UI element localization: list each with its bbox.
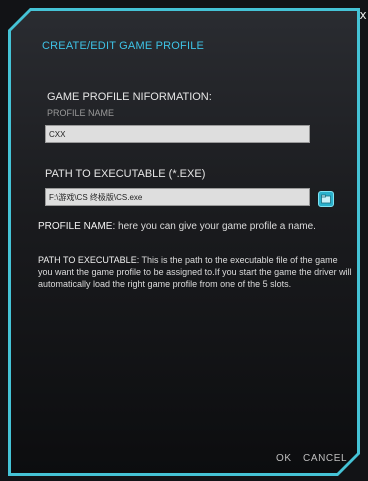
folder-open-icon bbox=[321, 194, 331, 204]
browse-button[interactable] bbox=[318, 191, 334, 207]
help-path-term: PATH TO EXECUTABLE: bbox=[38, 255, 140, 265]
help-path: PATH TO EXECUTABLE: This is the path to … bbox=[38, 254, 354, 290]
profile-name-label: PROFILE NAME bbox=[47, 108, 115, 118]
dialog-frame bbox=[8, 8, 360, 476]
ok-button[interactable]: OK bbox=[276, 453, 292, 464]
help-profile-name-term: PROFILE NAME: bbox=[38, 221, 116, 232]
help-profile-name: PROFILE NAME: here you can give your gam… bbox=[38, 221, 360, 233]
dialog-title: CREATE/EDIT GAME PROFILE bbox=[42, 40, 205, 52]
section-title: GAME PROFILE NIFORMATION: bbox=[47, 91, 212, 103]
path-input[interactable]: F:\游戏\CS 终极版\CS.exe bbox=[45, 188, 310, 206]
dialog-body bbox=[11, 11, 357, 473]
path-label: PATH TO EXECUTABLE (*.EXE) bbox=[45, 168, 206, 180]
profile-name-input[interactable]: CXX bbox=[45, 125, 310, 143]
cancel-button[interactable]: CANCEL bbox=[303, 453, 347, 464]
close-icon[interactable]: x bbox=[358, 8, 368, 22]
help-profile-name-text: here you can give your game profile a na… bbox=[115, 221, 316, 232]
